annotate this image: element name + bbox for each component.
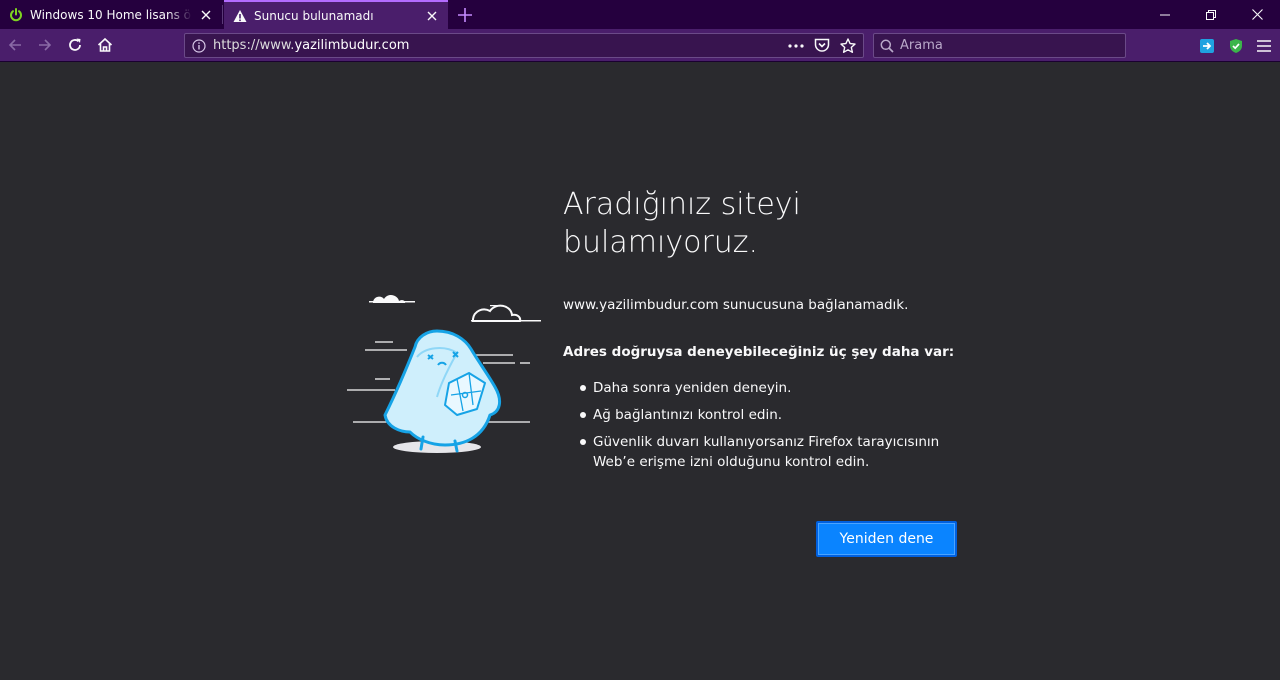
- reload-button[interactable]: [62, 33, 88, 57]
- search-icon: [874, 39, 900, 53]
- reload-icon: [69, 38, 81, 51]
- screenshot-extension-icon: [1200, 39, 1214, 53]
- tab-server-not-found[interactable]: Sunucu bulunamadı: [224, 0, 448, 29]
- window-controls: [1142, 0, 1280, 29]
- extension-button[interactable]: [1196, 35, 1218, 57]
- tab-bar: Windows 10 Home lisans önerisi Sunucu bu…: [0, 0, 1280, 29]
- error-illustration: [347, 294, 541, 453]
- url-actions: [785, 36, 863, 56]
- back-button[interactable]: [2, 33, 28, 57]
- warning-icon: [232, 8, 248, 24]
- bookmark-star-button[interactable]: [837, 36, 859, 56]
- suggestion-item: Güvenlik duvarı kullanıyorsanız Firefox …: [563, 432, 963, 472]
- search-input[interactable]: [900, 38, 1125, 53]
- minimize-icon: [1160, 14, 1170, 15]
- tab-title: Sunucu bulunamadı: [254, 8, 374, 23]
- error-content: Aradığınız siteyi bulamıyoruz. www.yazil…: [563, 186, 963, 479]
- suggestions-heading: Adres doğruysa deneyebileceğiniz üç şey …: [563, 344, 955, 360]
- search-bar[interactable]: [873, 33, 1126, 58]
- url-prefix: https://www.: [213, 38, 295, 53]
- tab-separator: [222, 5, 223, 24]
- tab-windows-license[interactable]: Windows 10 Home lisans önerisi: [0, 0, 222, 29]
- url-bar[interactable]: https://www.yazilimbudur.com: [184, 33, 864, 58]
- restore-button[interactable]: [1188, 0, 1234, 29]
- close-tab-icon[interactable]: [424, 8, 440, 24]
- character: [383, 329, 502, 453]
- cloud-decoration: [369, 294, 541, 322]
- menu-button[interactable]: [1253, 35, 1275, 57]
- back-arrow-icon: [8, 39, 21, 51]
- power-icon: [8, 7, 24, 23]
- forward-arrow-icon: [39, 39, 52, 51]
- forward-button[interactable]: [32, 33, 58, 57]
- page-actions-button[interactable]: [785, 36, 807, 56]
- info-icon[interactable]: [185, 38, 213, 53]
- tab-title: Windows 10 Home lisans önerisi: [30, 7, 192, 22]
- retry-button[interactable]: Yeniden dene: [816, 521, 957, 557]
- suggestions-list: Daha sonra yeniden deneyin. Ağ bağlantın…: [563, 378, 963, 472]
- star-icon: [840, 37, 856, 53]
- home-button[interactable]: [92, 33, 118, 57]
- url-host: yazilimbudur.com: [294, 38, 410, 53]
- suggestion-item: Ağ bağlantınızı kontrol edin.: [563, 405, 963, 425]
- pocket-icon: [814, 38, 830, 52]
- minimize-button[interactable]: [1142, 0, 1188, 29]
- url-text[interactable]: https://www.yazilimbudur.com: [213, 38, 785, 53]
- close-tab-icon[interactable]: [198, 7, 214, 23]
- navigation-toolbar: https://www.yazilimbudur.com: [0, 29, 1280, 62]
- shield-check-icon: [1230, 39, 1242, 53]
- suggestion-item: Daha sonra yeniden deneyin.: [563, 378, 963, 398]
- pocket-button[interactable]: [811, 36, 833, 56]
- home-icon: [97, 37, 113, 52]
- hamburger-menu-icon: [1257, 40, 1271, 52]
- error-description: www.yazilimbudur.com sunucusuna bağlanam…: [563, 297, 909, 313]
- restore-icon: [1206, 9, 1216, 20]
- close-window-button[interactable]: [1234, 0, 1280, 29]
- new-tab-button[interactable]: [452, 2, 478, 28]
- close-icon: [1251, 9, 1263, 20]
- plus-icon: [458, 8, 472, 22]
- adblock-extension-button[interactable]: [1225, 35, 1247, 57]
- error-title: Aradığınız siteyi bulamıyoruz.: [563, 187, 801, 260]
- more-dots-icon: [788, 43, 804, 48]
